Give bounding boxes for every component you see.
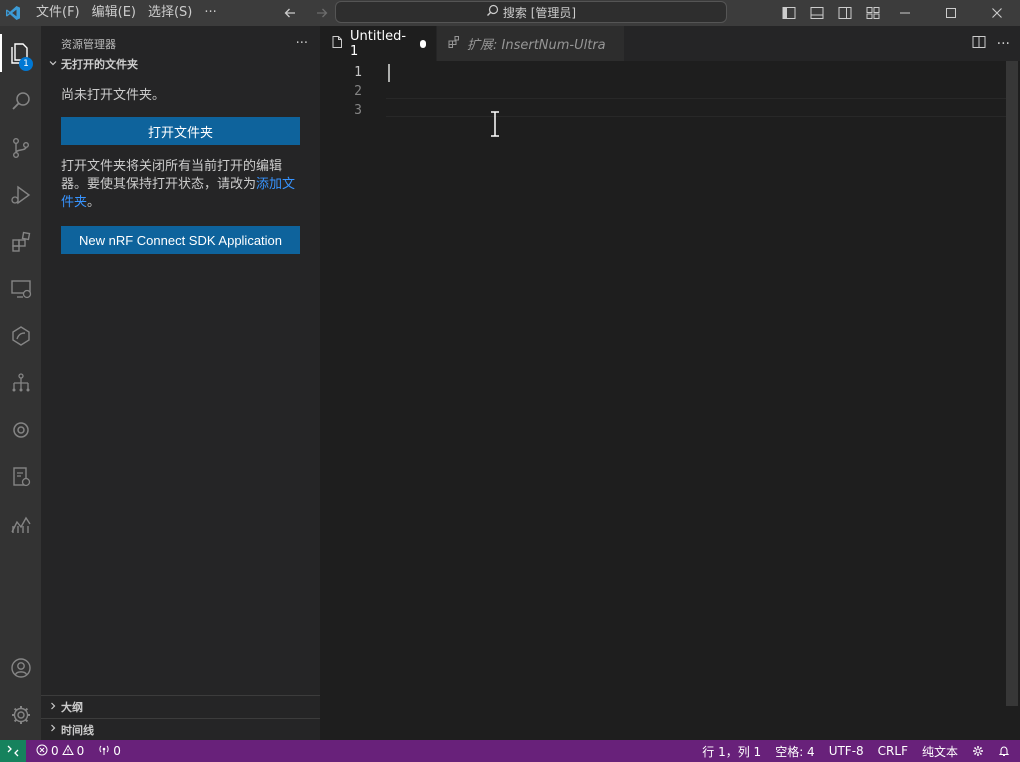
window-controls	[882, 0, 1020, 26]
description-end: 。	[87, 195, 101, 210]
line-number: 2	[354, 84, 362, 99]
close-window-icon[interactable]	[974, 0, 1020, 26]
ports-indicator[interactable]: 0	[91, 740, 128, 762]
no-folder-section-header[interactable]: 无打开的文件夹	[41, 53, 320, 75]
new-nrf-application-button[interactable]: New nRF Connect SDK Application	[61, 226, 300, 254]
timeline-section-header[interactable]: 时间线	[41, 718, 320, 740]
toggle-panel-icon[interactable]	[806, 2, 828, 24]
extensions-icon[interactable]	[0, 219, 41, 265]
more-actions-icon[interactable]: ···	[997, 36, 1010, 52]
explorer-sidebar: 资源管理器 ··· 无打开的文件夹 尚未打开文件夹。 打开文件夹 打开文件夹将关…	[41, 26, 320, 740]
explorer-badge: 1	[19, 57, 33, 71]
activity-bar: 1	[0, 26, 41, 740]
search-label: 搜索 [管理员]	[502, 5, 577, 20]
indentation[interactable]: 空格: 4	[768, 740, 822, 762]
timeline-title: 时间线	[61, 723, 94, 737]
title-bar: 文件(F) 编辑(E) 选择(S) ··· 搜索 [管理员]	[0, 0, 1020, 26]
line-number: 3	[354, 103, 362, 118]
run-debug-icon[interactable]	[0, 172, 41, 218]
nrf-connect-icon[interactable]	[0, 313, 41, 359]
line-number: 1	[354, 65, 362, 80]
no-folder-text: 尚未打开文件夹。	[61, 88, 166, 103]
cursor-position[interactable]: 行 1，列 1	[695, 740, 768, 762]
broadcast-icon	[98, 744, 110, 759]
scrollbar-thumb[interactable]	[1006, 61, 1018, 706]
code-editor[interactable]: 1 2 3	[320, 61, 1020, 740]
split-editor-icon[interactable]	[971, 34, 987, 54]
tab-extension-insertnum[interactable]: 扩展: InsertNum-Ultra	[436, 26, 624, 61]
minimize-icon[interactable]	[882, 0, 928, 26]
source-control-icon[interactable]	[0, 125, 41, 171]
open-folder-button[interactable]: 打开文件夹	[61, 117, 300, 145]
end-of-line[interactable]: CRLF	[871, 740, 915, 762]
toggle-secondary-sidebar-icon[interactable]	[834, 2, 856, 24]
extensions-icon	[447, 35, 461, 53]
navigation-buttons	[279, 2, 333, 24]
menu-selection[interactable]: 选择(S)	[142, 0, 198, 26]
open-folder-description: 打开文件夹将关闭所有当前打开的编辑器。要使其保持打开状态，请改为添加文件夹。	[41, 158, 320, 212]
error-count: 0	[51, 744, 59, 758]
text-cursor	[388, 64, 390, 82]
trace-analysis-icon[interactable]	[0, 501, 41, 547]
maximize-icon[interactable]	[928, 0, 974, 26]
search-icon	[486, 4, 499, 20]
bluetooth-icon[interactable]	[0, 407, 41, 453]
warning-icon	[61, 743, 74, 759]
settings-gear-icon[interactable]	[0, 692, 41, 738]
chevron-right-icon	[45, 723, 61, 736]
outline-section-header[interactable]: 大纲	[41, 696, 320, 718]
tab-untitled-1[interactable]: Untitled-1	[320, 26, 436, 61]
explorer-icon[interactable]: 1	[0, 30, 41, 76]
status-right: 行 1，列 1 空格: 4 UTF-8 CRLF 纯文本	[695, 740, 1020, 762]
editor-tabs: Untitled-1 扩展: InsertNum-Ultra ···	[320, 26, 1020, 61]
section-title: 无打开的文件夹	[61, 58, 138, 71]
toggle-primary-sidebar-icon[interactable]	[778, 2, 800, 24]
problems-indicator[interactable]: 0 0	[26, 740, 91, 762]
menu-more[interactable]: ···	[198, 0, 222, 26]
editor-actions: ···	[971, 26, 1010, 61]
search-view-icon[interactable]	[0, 78, 41, 124]
device-config-icon[interactable]	[0, 454, 41, 500]
sidebar-title: 资源管理器	[61, 37, 116, 51]
status-bar: 0 0 0 行 1，列 1 空格: 4 UTF-8 CRLF 纯文本	[0, 740, 1020, 762]
outline-title: 大纲	[61, 701, 83, 714]
device-tree-icon[interactable]	[0, 360, 41, 406]
menu-bar: 文件(F) 编辑(E) 选择(S) ···	[30, 0, 223, 26]
line-number-gutter: 1 2 3	[320, 63, 366, 120]
remote-explorer-icon[interactable]	[0, 266, 41, 312]
forward-arrow-icon[interactable]	[311, 2, 333, 24]
sidebar-more-actions[interactable]: ···	[296, 36, 308, 51]
description-text: 打开文件夹将关闭所有当前打开的编辑器。要使其保持打开状态，请改为	[61, 159, 283, 192]
unsaved-dot-icon[interactable]	[420, 39, 426, 48]
file-icon	[330, 35, 344, 53]
encoding[interactable]: UTF-8	[822, 740, 871, 762]
back-arrow-icon[interactable]	[279, 2, 301, 24]
menu-file[interactable]: 文件(F)	[30, 0, 86, 26]
error-icon	[36, 744, 48, 759]
ports-count: 0	[113, 744, 121, 758]
vscode-logo-icon	[0, 0, 26, 26]
accounts-icon[interactable]	[0, 645, 41, 691]
editor-area: Untitled-1 扩展: InsertNum-Ultra ··· 1 2 3	[320, 26, 1020, 740]
menu-edit[interactable]: 编辑(E)	[86, 0, 142, 26]
tab-label: Untitled-1	[350, 28, 407, 59]
settings-sync-icon[interactable]	[965, 740, 991, 762]
remote-indicator-icon[interactable]	[0, 740, 26, 762]
editor-scrollbar[interactable]	[1006, 61, 1020, 706]
warning-count: 0	[76, 744, 85, 758]
mouse-ibeam-icon	[490, 111, 500, 142]
sidebar-bottom-panels: 大纲 时间线	[41, 695, 320, 740]
current-line-highlight	[386, 98, 1006, 117]
command-center-search[interactable]: 搜索 [管理员]	[335, 1, 727, 23]
customize-layout-icon[interactable]	[862, 2, 884, 24]
language-mode[interactable]: 纯文本	[915, 740, 965, 762]
layout-controls	[778, 2, 884, 24]
chevron-right-icon	[45, 701, 61, 714]
tab-label: 扩展: InsertNum-Ultra	[467, 38, 606, 53]
notifications-bell-icon[interactable]	[991, 740, 1020, 762]
chevron-down-icon	[45, 58, 61, 71]
